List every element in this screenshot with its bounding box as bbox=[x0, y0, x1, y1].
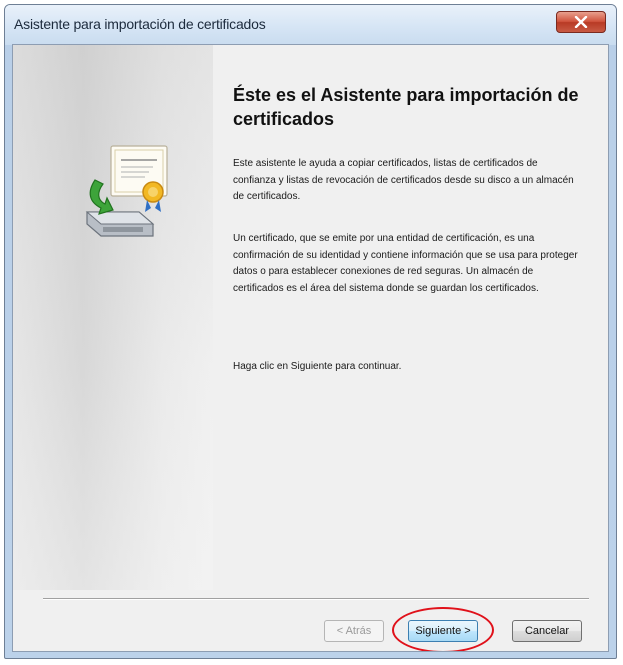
close-icon bbox=[574, 16, 588, 28]
certificate-explanation: Un certificado, que se emite por una ent… bbox=[233, 233, 578, 294]
wizard-body: Éste es el Asistente para importación de… bbox=[12, 44, 609, 652]
cancel-button[interactable]: Cancelar bbox=[512, 620, 582, 642]
back-button[interactable]: < Atrás bbox=[324, 620, 384, 642]
wizard-description: Este asistente le ayuda a copiar certifi… bbox=[233, 158, 574, 202]
next-button[interactable]: Siguiente > bbox=[408, 620, 478, 642]
certificate-import-icon bbox=[85, 145, 168, 237]
button-separator bbox=[43, 598, 589, 600]
close-button[interactable] bbox=[556, 11, 606, 33]
wizard-heading: Éste es el Asistente para importación de… bbox=[233, 85, 579, 129]
wizard-window: Asistente para importación de certificad… bbox=[4, 4, 617, 659]
title-bar[interactable]: Asistente para importación de certificad… bbox=[5, 5, 616, 45]
wizard-side-panel bbox=[13, 45, 213, 590]
window-title: Asistente para importación de certificad… bbox=[14, 16, 266, 32]
continue-instruction: Haga clic en Siguiente para continuar. bbox=[233, 361, 402, 372]
